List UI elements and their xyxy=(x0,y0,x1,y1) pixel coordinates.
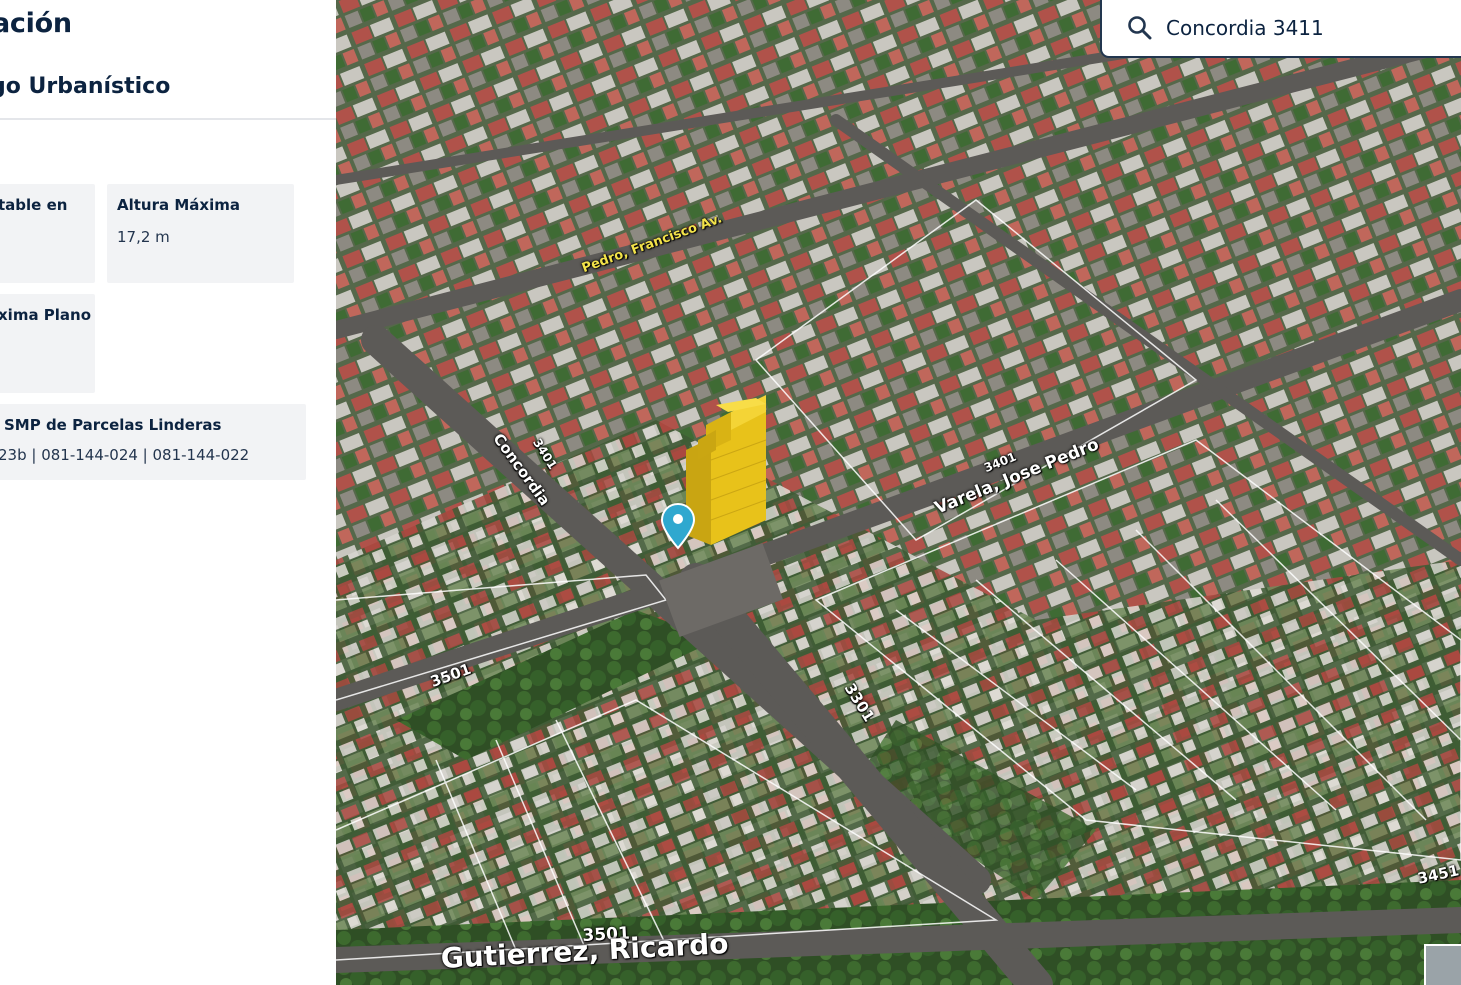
card-smp-value: 23b | 081-144-024 | 081-144-022 xyxy=(0,446,250,464)
card-smp-label: SMP de Parcelas Linderas xyxy=(4,416,222,434)
info-panel: ación go Urbanístico table en Altura Máx… xyxy=(0,0,336,985)
card-altura-plano: xima Plano xyxy=(0,294,95,393)
card-edificable: table en xyxy=(0,184,95,283)
card-edificable-label: table en xyxy=(0,196,68,214)
card-altura-maxima: Altura Máxima 17,2 m xyxy=(107,184,294,283)
card-altura-label: Altura Máxima xyxy=(117,196,240,214)
search-box[interactable] xyxy=(1100,0,1461,58)
search-input[interactable] xyxy=(1166,10,1456,46)
card-altura-value: 17,2 m xyxy=(117,228,170,246)
search-icon[interactable] xyxy=(1126,14,1154,42)
panel-subtitle: go Urbanístico xyxy=(0,74,171,99)
card-smp-linderas: SMP de Parcelas Linderas 23b | 081-144-0… xyxy=(0,404,306,480)
minimap-thumbnail[interactable] xyxy=(1424,944,1461,985)
map-3d-view[interactable]: Pedro, Francisco Av. Concordia 3401 3401… xyxy=(336,0,1461,985)
panel-title: ación xyxy=(0,8,72,39)
satellite-imagery xyxy=(336,0,1461,985)
card-plano-label: xima Plano xyxy=(0,306,92,324)
panel-divider xyxy=(0,118,336,120)
